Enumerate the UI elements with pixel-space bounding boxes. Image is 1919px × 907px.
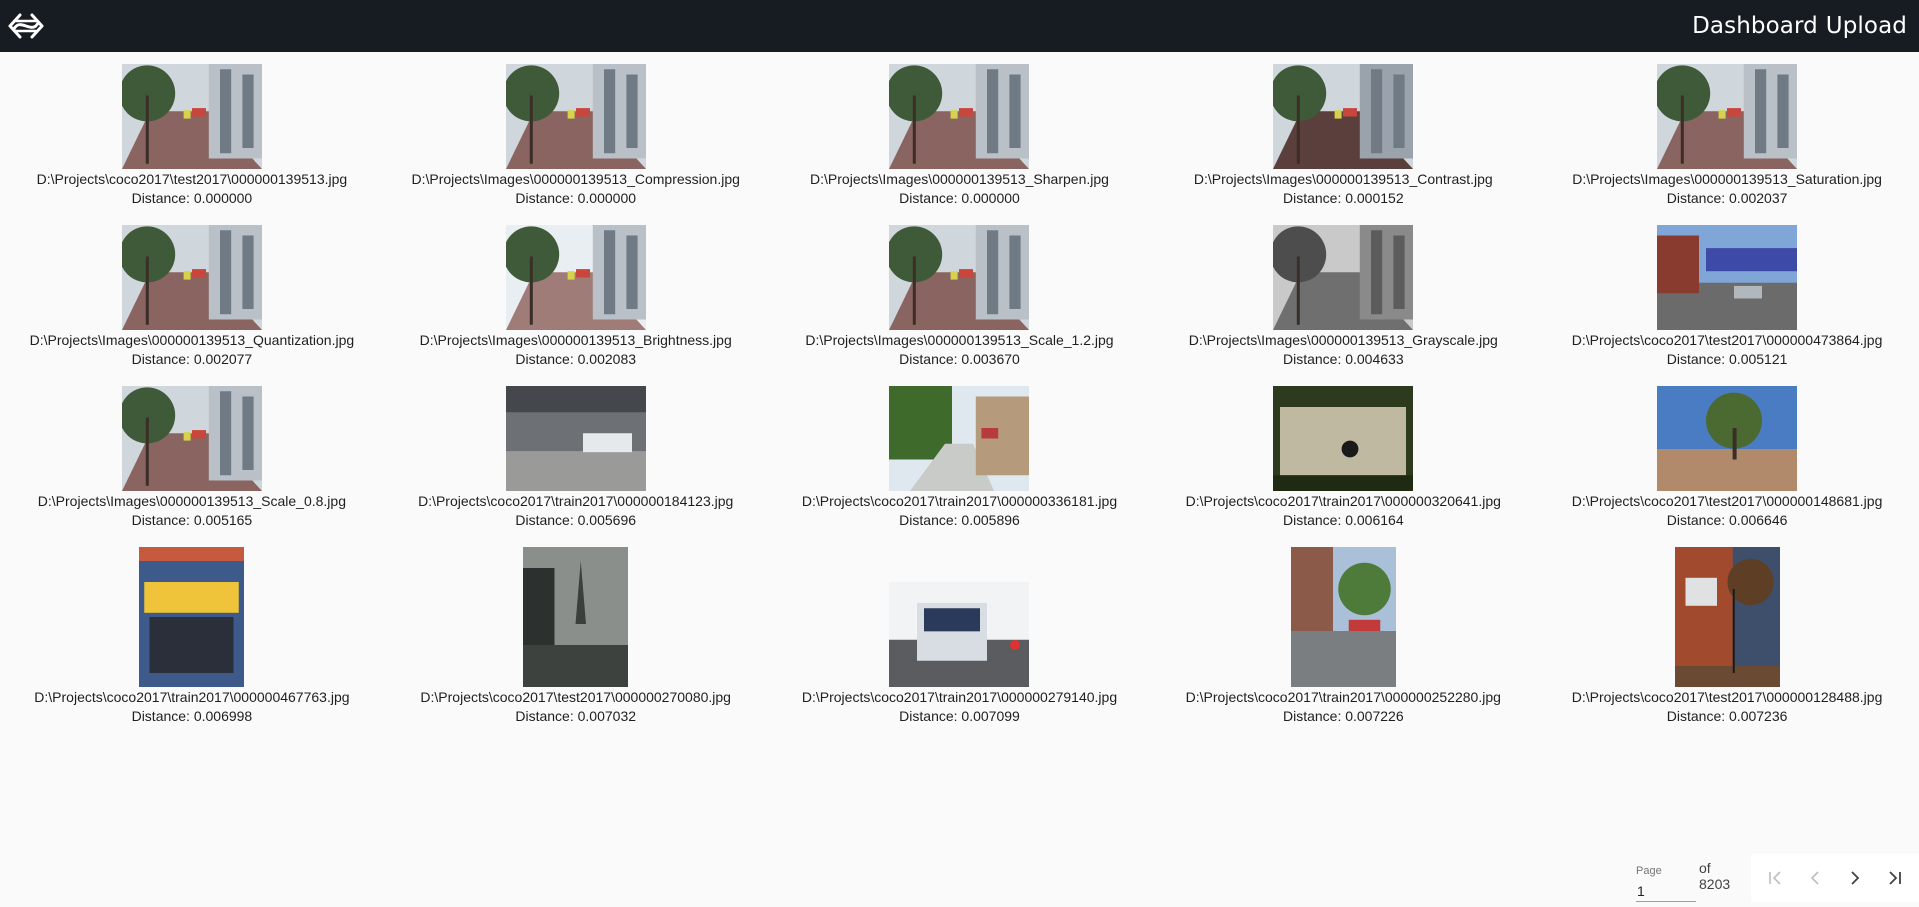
- page-buttons: [1751, 854, 1919, 902]
- result-path: D:\Projects\coco2017\test2017\0000004738…: [1571, 332, 1883, 348]
- result-thumbnail[interactable]: [505, 386, 646, 491]
- result-card[interactable]: D:\Projects\coco2017\train2017\000000184…: [384, 374, 768, 535]
- result-path: D:\Projects\Images\000000139513_Scale_1.…: [805, 332, 1114, 348]
- result-card[interactable]: D:\Projects\Images\000000139513_Compress…: [384, 52, 768, 213]
- result-distance: Distance: 0.000000: [515, 190, 637, 206]
- result-card[interactable]: D:\Projects\coco2017\test2017\0000002700…: [384, 535, 768, 731]
- result-distance: Distance: 0.005896: [899, 512, 1020, 528]
- next-page-icon[interactable]: [1835, 858, 1875, 898]
- result-distance: Distance: 0.000152: [1282, 190, 1404, 206]
- result-card[interactable]: D:\Projects\Images\000000139513_Scale_0.…: [0, 374, 384, 535]
- result-distance: Distance: 0.002037: [1666, 190, 1788, 206]
- page-field: Page: [1636, 865, 1697, 902]
- result-card[interactable]: D:\Projects\coco2017\train2017\000000252…: [1151, 535, 1535, 731]
- result-path: D:\Projects\Images\000000139513_Brightne…: [419, 332, 732, 348]
- result-card[interactable]: D:\Projects\Images\000000139513_Scale_1.…: [768, 213, 1152, 374]
- result-distance: Distance: 0.007236: [1666, 708, 1788, 724]
- result-card[interactable]: D:\Projects\coco2017\train2017\000000320…: [1151, 374, 1535, 535]
- result-path: D:\Projects\Images\000000139513_Scale_0.…: [37, 493, 346, 509]
- result-thumbnail[interactable]: [1290, 547, 1396, 687]
- result-card[interactable]: D:\Projects\coco2017\test2017\0000004738…: [1535, 213, 1919, 374]
- result-card[interactable]: D:\Projects\coco2017\train2017\000000279…: [768, 535, 1152, 731]
- result-path: D:\Projects\coco2017\test2017\0000002700…: [420, 689, 731, 705]
- result-path: D:\Projects\coco2017\train2017\000000467…: [34, 689, 350, 705]
- result-card[interactable]: D:\Projects\Images\000000139513_Grayscal…: [1151, 213, 1535, 374]
- result-distance: Distance: 0.003670: [899, 351, 1020, 367]
- results-grid: D:\Projects\coco2017\test2017\0000001395…: [0, 52, 1919, 731]
- result-card[interactable]: D:\Projects\Images\000000139513_Brightne…: [384, 213, 768, 374]
- result-thumbnail[interactable]: [1273, 386, 1414, 491]
- result-distance: Distance: 0.004633: [1282, 351, 1404, 367]
- result-path: D:\Projects\coco2017\test2017\0000001395…: [36, 171, 348, 187]
- result-path: D:\Projects\coco2017\train2017\000000336…: [801, 493, 1118, 509]
- result-distance: Distance: 0.006998: [131, 708, 253, 724]
- result-path: D:\Projects\coco2017\test2017\0000001486…: [1571, 493, 1883, 509]
- top-bar: Dashboard Upload: [0, 0, 1919, 52]
- result-thumbnail[interactable]: [121, 64, 262, 169]
- result-path: D:\Projects\Images\000000139513_Compress…: [411, 171, 740, 187]
- result-thumbnail[interactable]: [1273, 64, 1414, 169]
- result-path: D:\Projects\coco2017\train2017\000000320…: [1185, 493, 1501, 509]
- result-path: D:\Projects\coco2017\test2017\0000001284…: [1571, 689, 1883, 705]
- result-distance: Distance: 0.007226: [1282, 708, 1404, 724]
- result-card[interactable]: D:\Projects\coco2017\test2017\0000001486…: [1535, 374, 1919, 535]
- result-thumbnail[interactable]: [121, 386, 262, 491]
- result-thumbnail[interactable]: [1657, 225, 1798, 330]
- nav-dashboard[interactable]: Dashboard: [1692, 13, 1818, 39]
- result-distance: Distance: 0.006164: [1282, 512, 1404, 528]
- result-distance: Distance: 0.002083: [515, 351, 637, 367]
- result-distance: Distance: 0.007032: [515, 708, 637, 724]
- result-path: D:\Projects\coco2017\train2017\000000252…: [1185, 689, 1501, 705]
- result-distance: Distance: 0.000000: [131, 190, 253, 206]
- result-thumbnail[interactable]: [139, 547, 245, 687]
- result-card[interactable]: D:\Projects\coco2017\train2017\000000467…: [0, 535, 384, 731]
- result-card[interactable]: D:\Projects\Images\000000139513_Sharpen.…: [768, 52, 1152, 213]
- result-thumbnail[interactable]: [505, 64, 646, 169]
- result-thumbnail[interactable]: [1657, 386, 1798, 491]
- result-card[interactable]: D:\Projects\Images\000000139513_Quantiza…: [0, 213, 384, 374]
- result-card[interactable]: D:\Projects\coco2017\test2017\0000001284…: [1535, 535, 1919, 731]
- top-nav: Dashboard Upload: [1692, 13, 1907, 39]
- page-label: Page: [1636, 865, 1662, 877]
- result-thumbnail[interactable]: [889, 582, 1030, 687]
- result-path: D:\Projects\Images\000000139513_Sharpen.…: [810, 171, 1109, 187]
- result-card[interactable]: D:\Projects\Images\000000139513_Contrast…: [1151, 52, 1535, 213]
- result-thumbnail[interactable]: [121, 225, 262, 330]
- result-card[interactable]: D:\Projects\coco2017\test2017\0000001395…: [0, 52, 384, 213]
- nav-upload[interactable]: Upload: [1826, 13, 1907, 39]
- linked-arrows-logo-icon[interactable]: [4, 4, 48, 48]
- paginator: Page of 8203: [1636, 848, 1919, 902]
- result-distance: Distance: 0.000000: [899, 190, 1020, 206]
- result-thumbnail[interactable]: [1273, 225, 1414, 330]
- last-page-icon[interactable]: [1875, 858, 1915, 898]
- result-path: D:\Projects\coco2017\train2017\000000184…: [418, 493, 734, 509]
- result-distance: Distance: 0.002077: [131, 351, 253, 367]
- result-path: D:\Projects\Images\000000139513_Quantiza…: [29, 332, 355, 348]
- first-page-icon[interactable]: [1755, 858, 1795, 898]
- result-card[interactable]: D:\Projects\Images\000000139513_Saturati…: [1535, 52, 1919, 213]
- result-distance: Distance: 0.006646: [1666, 512, 1788, 528]
- result-thumbnail[interactable]: [1674, 547, 1780, 687]
- result-thumbnail[interactable]: [889, 225, 1030, 330]
- page-total: of 8203: [1699, 860, 1731, 892]
- result-path: D:\Projects\Images\000000139513_Saturati…: [1572, 171, 1882, 187]
- result-thumbnail[interactable]: [505, 225, 646, 330]
- result-path: D:\Projects\Images\000000139513_Grayscal…: [1188, 332, 1498, 348]
- result-thumbnail[interactable]: [889, 386, 1030, 491]
- result-path: D:\Projects\coco2017\train2017\000000279…: [801, 689, 1118, 705]
- result-distance: Distance: 0.005696: [515, 512, 637, 528]
- result-card[interactable]: D:\Projects\coco2017\train2017\000000336…: [768, 374, 1152, 535]
- previous-page-icon[interactable]: [1795, 858, 1835, 898]
- result-path: D:\Projects\Images\000000139513_Contrast…: [1193, 171, 1493, 187]
- result-distance: Distance: 0.005121: [1666, 351, 1788, 367]
- result-distance: Distance: 0.007099: [899, 708, 1020, 724]
- result-thumbnail[interactable]: [1657, 64, 1798, 169]
- result-distance: Distance: 0.005165: [131, 512, 253, 528]
- result-thumbnail[interactable]: [523, 547, 629, 687]
- result-thumbnail[interactable]: [889, 64, 1030, 169]
- page-number-input[interactable]: [1636, 883, 1696, 902]
